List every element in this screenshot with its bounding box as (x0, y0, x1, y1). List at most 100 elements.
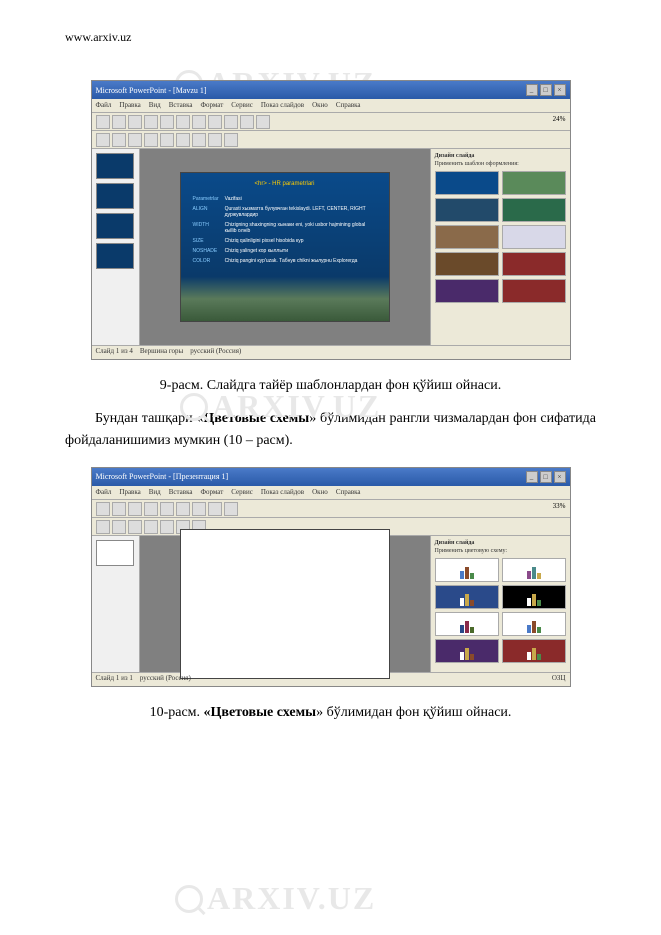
tool-icon[interactable] (144, 520, 158, 534)
menu-item[interactable]: Окно (312, 488, 328, 497)
menu-item[interactable]: Файл (96, 101, 112, 110)
color-scheme-thumb[interactable] (502, 612, 566, 636)
language: русский (Россия) (190, 347, 241, 355)
thumbnail-4[interactable] (96, 243, 134, 269)
template-thumb[interactable] (502, 171, 566, 195)
tool-icon[interactable] (112, 115, 126, 129)
template-thumb[interactable] (435, 171, 499, 195)
tool-icon[interactable] (160, 502, 174, 516)
thumbnail-1[interactable] (96, 153, 134, 179)
minimize-icon[interactable]: _ (526, 471, 538, 483)
minimize-icon[interactable]: _ (526, 84, 538, 96)
tool-icon[interactable] (160, 133, 174, 147)
thumbnail-2[interactable] (96, 183, 134, 209)
template-thumb[interactable] (502, 252, 566, 276)
tool-icon[interactable] (240, 115, 254, 129)
tool-icon[interactable] (96, 115, 110, 129)
template-thumb[interactable] (502, 198, 566, 222)
menu-item[interactable]: Сервис (231, 101, 253, 110)
menu-item[interactable]: Показ слайдов (261, 101, 304, 110)
tool-icon[interactable] (144, 133, 158, 147)
close-icon[interactable]: × (554, 84, 566, 96)
tool-icon[interactable] (112, 502, 126, 516)
status-indicator: ОЗЦ (552, 674, 566, 682)
menu-item[interactable]: Формат (200, 488, 223, 497)
tool-icon[interactable] (128, 133, 142, 147)
thumbnail-3[interactable] (96, 213, 134, 239)
menu-item[interactable]: Показ слайдов (261, 488, 304, 497)
menubar: Файл Правка Вид Вставка Формат Сервис По… (92, 99, 570, 113)
tool-icon[interactable] (144, 502, 158, 516)
tool-icon[interactable] (208, 502, 222, 516)
menu-item[interactable]: Правка (119, 101, 140, 110)
tool-icon[interactable] (128, 502, 142, 516)
tool-icon[interactable] (208, 115, 222, 129)
text: Бундан ташқари (95, 411, 196, 426)
menu-item[interactable]: Вид (149, 488, 161, 497)
tool-icon[interactable] (224, 115, 238, 129)
maximize-icon[interactable]: □ (540, 471, 552, 483)
menu-item[interactable]: Сервис (231, 488, 253, 497)
cell: Chizigning shaxingning хынаки eni, yoki … (223, 221, 379, 235)
template-thumb[interactable] (435, 252, 499, 276)
cell: Chiziq qalinligini рiхsеl hisobida кур (223, 237, 379, 245)
menu-item[interactable]: Формат (200, 101, 223, 110)
slide-table: ParametrlarVazifasi ALIGNQurasti хызматг… (189, 193, 381, 267)
design-templates (435, 171, 566, 303)
menu-item[interactable]: Вставка (169, 488, 193, 497)
tool-icon[interactable] (112, 520, 126, 534)
tool-icon[interactable] (176, 502, 190, 516)
tool-icon[interactable] (176, 115, 190, 129)
slide-counter: Слайд 1 из 4 (96, 347, 133, 355)
color-scheme-thumb[interactable] (435, 585, 499, 609)
maximize-icon[interactable]: □ (540, 84, 552, 96)
slide-title: <hr> - HR parametrlari (189, 181, 381, 187)
thumbnail-1[interactable] (96, 540, 134, 566)
language: русский (Россия) (140, 674, 191, 682)
cell: NOSHADE (191, 247, 221, 255)
text: 10-расм. (150, 705, 204, 720)
menu-item[interactable]: Справка (336, 101, 361, 110)
tool-icon[interactable] (160, 115, 174, 129)
tool-icon[interactable] (224, 133, 238, 147)
menu-item[interactable]: Вид (149, 101, 161, 110)
zoom-value[interactable]: 33% (553, 502, 566, 515)
tool-icon[interactable] (144, 115, 158, 129)
color-schemes (435, 558, 566, 663)
template-thumb[interactable] (502, 225, 566, 249)
menu-item[interactable]: Файл (96, 488, 112, 497)
color-scheme-thumb[interactable] (435, 612, 499, 636)
template-thumb[interactable] (435, 279, 499, 303)
color-scheme-thumb[interactable] (502, 585, 566, 609)
tool-icon[interactable] (224, 502, 238, 516)
toolbar-1: 33% (92, 500, 570, 518)
template-thumb[interactable] (435, 225, 499, 249)
color-scheme-thumb[interactable] (435, 639, 499, 663)
tool-icon[interactable] (192, 502, 206, 516)
window-title: Microsoft PowerPoint - [Презентация 1] (96, 472, 229, 481)
tool-icon[interactable] (256, 115, 270, 129)
menu-item[interactable]: Окно (312, 101, 328, 110)
cell: Chiziq раngini кур'uzak. Табнув сhikni ж… (223, 257, 379, 265)
tool-icon[interactable] (112, 133, 126, 147)
tool-icon[interactable] (192, 115, 206, 129)
tool-icon[interactable] (128, 520, 142, 534)
color-scheme-thumb[interactable] (435, 558, 499, 582)
tool-icon[interactable] (160, 520, 174, 534)
menu-item[interactable]: Правка (119, 488, 140, 497)
menu-item[interactable]: Справка (336, 488, 361, 497)
template-thumb[interactable] (435, 198, 499, 222)
tool-icon[interactable] (96, 502, 110, 516)
tool-icon[interactable] (192, 133, 206, 147)
tool-icon[interactable] (96, 133, 110, 147)
color-scheme-thumb[interactable] (502, 558, 566, 582)
tool-icon[interactable] (128, 115, 142, 129)
tool-icon[interactable] (176, 133, 190, 147)
zoom-value[interactable]: 24% (553, 115, 566, 128)
close-icon[interactable]: × (554, 471, 566, 483)
template-thumb[interactable] (502, 279, 566, 303)
menu-item[interactable]: Вставка (169, 101, 193, 110)
tool-icon[interactable] (96, 520, 110, 534)
color-scheme-thumb[interactable] (502, 639, 566, 663)
tool-icon[interactable] (208, 133, 222, 147)
